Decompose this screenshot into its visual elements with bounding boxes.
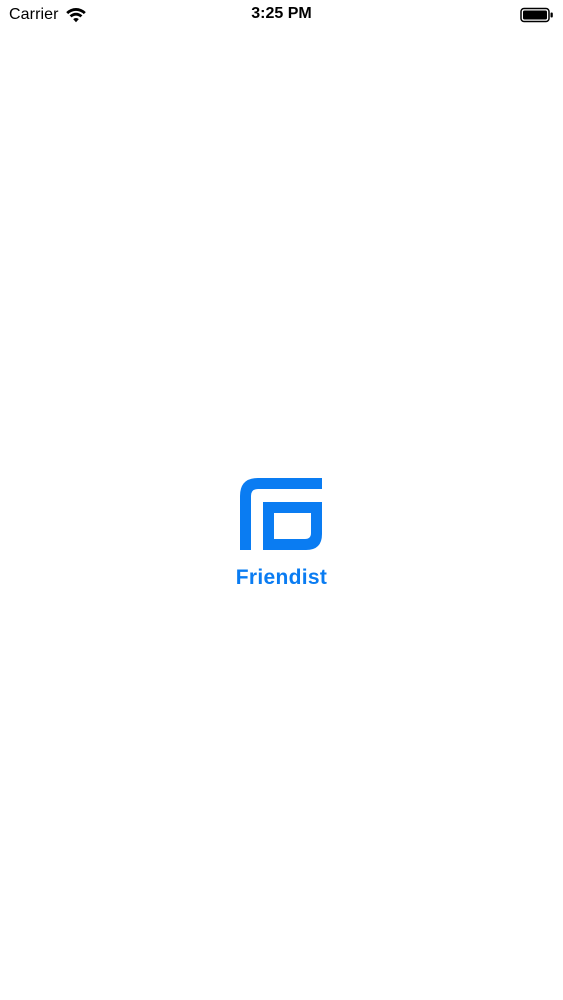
app-name: Friendist	[235, 566, 328, 589]
logo-right-shape	[263, 502, 322, 550]
status-time: 3:25 PM	[251, 5, 312, 22]
status-bar: Carrier 3:25 PM	[0, 0, 563, 30]
battery-icon	[520, 7, 553, 23]
friendist-logo-icon	[240, 478, 322, 550]
